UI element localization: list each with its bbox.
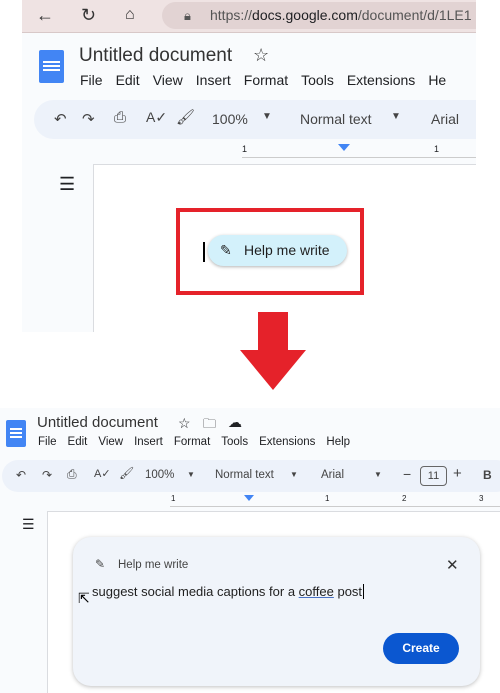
outline-icon[interactable]: ☰ (59, 174, 75, 195)
menu-bar: File Edit View Insert Format Tools Extensions H… (80, 72, 459, 88)
menu-tools[interactable]: Tools (221, 436, 248, 448)
menu-edit[interactable]: Edit (68, 436, 88, 448)
down-arrow (240, 312, 306, 390)
print-icon[interactable]: ⎙ (114, 109, 126, 126)
menu-extensions[interactable]: Extensions (259, 436, 315, 448)
browser-bar: ← ↻ ⌂ 🔒︎ https://docs.google.com/documen… (22, 0, 476, 33)
docs-logo-icon[interactable] (39, 50, 64, 83)
highlight-box (176, 208, 364, 295)
zoom-select[interactable]: 100% (212, 111, 248, 127)
url-path: /document/d/1LE1 (357, 7, 472, 23)
reload-icon[interactable]: ↻ (81, 6, 96, 24)
menu-extensions[interactable]: Extensions (347, 72, 415, 88)
ruler-label: 1 (242, 144, 248, 154)
zoom-select[interactable]: 100% (145, 469, 174, 481)
menu-insert[interactable]: Insert (134, 436, 163, 448)
menu-file[interactable]: File (38, 436, 57, 448)
chevron-down-icon[interactable]: ▼ (374, 470, 382, 479)
star-icon[interactable]: ☆ (178, 415, 191, 432)
redo-icon[interactable]: ↷ (42, 468, 52, 482)
back-icon[interactable]: ← (36, 6, 54, 24)
create-button[interactable]: Create (383, 633, 459, 664)
document-title[interactable]: Untitled document (79, 45, 232, 67)
home-icon[interactable]: ⌂ (125, 6, 135, 24)
font-select[interactable]: Arial (321, 469, 344, 481)
docs-logo-icon[interactable] (6, 420, 26, 447)
chevron-down-icon[interactable]: ▼ (262, 111, 272, 122)
menu-help[interactable]: Help (326, 436, 350, 448)
url-domain: docs.google.com (252, 7, 358, 23)
menu-format[interactable]: Format (174, 436, 210, 448)
menu-help[interactable]: He (428, 72, 446, 88)
ruler: 1 1 (242, 144, 476, 158)
redo-icon[interactable]: ↷ (82, 110, 95, 128)
text-cursor (363, 584, 365, 599)
decrease-font-size-button[interactable]: − (403, 466, 411, 482)
after-screenshot: Untitled document ☆ 🗀 ☁ File Edit View Inse… (0, 408, 500, 693)
ruler-label: 3 (479, 494, 484, 503)
outline-icon[interactable]: ☰ (22, 516, 35, 533)
toolbar: ↶ ↷ ⎙ A✓ 🖌︎ 100% ▼ Normal text ▼ Arial ▼… (2, 460, 500, 492)
indent-marker[interactable] (338, 144, 350, 151)
menu-insert[interactable]: Insert (196, 72, 231, 88)
menu-bar: File Edit View Insert Format Tools Extensions H… (38, 436, 363, 448)
ruler: 1 1 2 3 (170, 494, 500, 507)
ruler-label: 2 (402, 494, 407, 503)
menu-file[interactable]: File (80, 72, 103, 88)
spellcheck-icon[interactable]: A✓ (94, 467, 111, 480)
star-icon[interactable]: ☆ (253, 46, 269, 64)
ruler-label: 1 (171, 494, 176, 503)
menu-view[interactable]: View (98, 436, 123, 448)
lock-icon: 🔒︎ (184, 8, 191, 23)
toolbar: ↶ ↷ ⎙ A✓ 🖌︎ 100% ▼ Normal text ▼ Arial (34, 100, 476, 139)
style-select[interactable]: Normal text (215, 469, 274, 481)
menu-tools[interactable]: Tools (301, 72, 334, 88)
mouse-pointer-icon: ⇱ (78, 590, 90, 606)
menu-view[interactable]: View (153, 72, 183, 88)
move-folder-icon[interactable]: 🗀 (203, 415, 216, 437)
chevron-down-icon[interactable]: ▼ (187, 470, 195, 479)
spellcheck-icon[interactable]: A✓ (146, 109, 167, 126)
prompt-text: suggest social media captions for a (92, 584, 299, 599)
chevron-down-icon[interactable]: ▼ (290, 470, 298, 479)
cloud-saved-icon[interactable]: ☁ (228, 414, 242, 431)
chevron-down-icon[interactable]: ▼ (391, 111, 401, 122)
print-icon[interactable]: ⎙ (67, 467, 77, 482)
undo-icon[interactable]: ↶ (54, 110, 67, 128)
style-select[interactable]: Normal text (300, 111, 372, 127)
bold-button[interactable]: B (483, 468, 492, 482)
paint-format-icon[interactable]: 🖌︎ (119, 466, 134, 480)
indent-marker[interactable] (244, 495, 254, 501)
panel-title: Help me write (118, 559, 189, 571)
url-prefix: https:// (210, 7, 253, 23)
font-size-input[interactable]: 11 (420, 466, 447, 486)
help-me-write-panel: ✎ Help me write ✕ suggest social media c… (73, 537, 480, 686)
ruler-label: 1 (325, 494, 330, 503)
ruler-label: 1 (434, 144, 440, 154)
menu-format[interactable]: Format (244, 72, 288, 88)
font-select[interactable]: Arial (431, 111, 459, 127)
arrow-shape (240, 312, 306, 390)
undo-icon[interactable]: ↶ (16, 468, 26, 482)
address-bar[interactable]: 🔒︎ https://docs.google.com/document/d/1L… (162, 2, 476, 29)
close-icon[interactable]: ✕ (446, 556, 459, 574)
document-title[interactable]: Untitled document (37, 414, 158, 431)
prompt-text: post (333, 584, 363, 599)
increase-font-size-button[interactable]: + (453, 465, 462, 482)
magic-pen-icon: ✎ (95, 557, 106, 571)
prompt-text-underlined: coffee (298, 584, 334, 599)
menu-edit[interactable]: Edit (116, 72, 140, 88)
prompt-input[interactable]: suggest social media captions for a coff… (92, 584, 365, 599)
paint-format-icon[interactable]: 🖌︎ (176, 108, 195, 126)
